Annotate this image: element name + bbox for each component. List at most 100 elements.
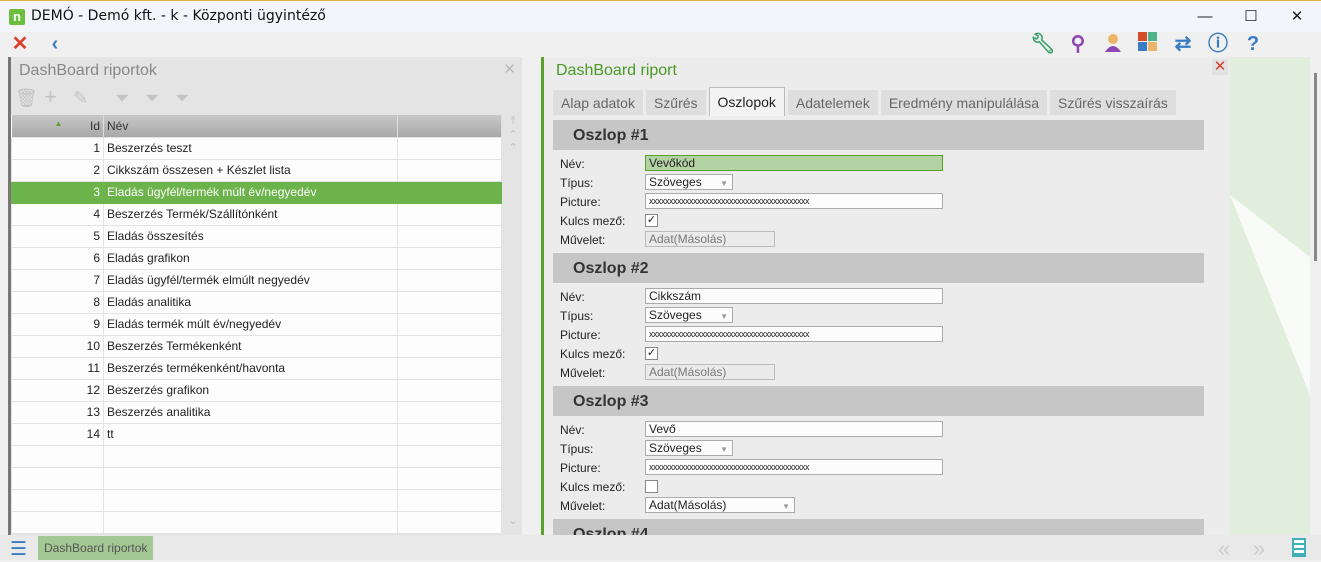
previous-icon[interactable]: « [1218, 536, 1230, 562]
back-icon[interactable]: ‹ [38, 32, 72, 56]
row-id: 14 [11, 422, 104, 446]
add-icon[interactable]: + [44, 84, 57, 110]
section-title: Oszlop #4 [553, 519, 1204, 535]
column-header-name[interactable]: Név [103, 115, 398, 137]
key-field-label: Kulcs mező: [560, 214, 626, 228]
panel-title: DashBoard riport [556, 62, 677, 79]
tab-0[interactable]: Alap adatok [553, 90, 643, 115]
row-extra [397, 334, 502, 358]
scrollbar[interactable]: ⤒ ⌃ ⌃ ⌄ [503, 115, 523, 531]
type-select[interactable]: Szöveges [645, 440, 733, 456]
row-extra [397, 400, 502, 424]
name-input[interactable]: Cikkszám [645, 288, 943, 304]
empty-row [11, 488, 502, 512]
tab-2[interactable]: Oszlopok [708, 87, 785, 116]
empty-row [11, 444, 502, 468]
table-row[interactable]: 9 Eladás termék múlt év/negyedév [11, 312, 502, 336]
operation-select: Adat(Másolás) [645, 364, 775, 380]
row-name: Eladás összesítés [103, 224, 398, 248]
row-id: 9 [11, 312, 104, 336]
picture-label: Picture: [560, 195, 601, 209]
row-extra [397, 246, 502, 270]
type-select[interactable]: Szöveges [645, 174, 733, 190]
maximize-button[interactable]: ☐ [1228, 5, 1274, 29]
menu-icon[interactable]: ☰ [10, 538, 27, 561]
operation-select: Adat(Másolás) [645, 231, 775, 247]
row-extra [397, 378, 502, 402]
close-icon[interactable]: ✕ [1212, 59, 1228, 75]
column-section: Oszlop #1 Név: Vevőkód Típus: Szöveges Pic… [553, 120, 1204, 249]
key-field-checkbox[interactable]: ✓ [645, 214, 658, 227]
toolbar: ✕ ‹ 🔧︎ ⚲ ⇄ ⓘ ? [0, 32, 1321, 56]
table-row[interactable]: 12 Beszerzés grafikon [11, 378, 502, 402]
user-icon[interactable] [1096, 32, 1130, 56]
table-row[interactable]: 4 Beszerzés Termék/Szállítónként [11, 202, 502, 226]
tab-4[interactable]: Eredmény manipulálása [880, 90, 1048, 115]
row-id: 12 [11, 378, 104, 402]
table-row[interactable]: 10 Beszerzés Termékenként [11, 334, 502, 358]
row-extra [397, 356, 502, 380]
row-name: Eladás ügyfél/termék múlt év/negyedév [103, 180, 398, 204]
swap-icon[interactable]: ⇄ [1166, 32, 1200, 56]
tab-5[interactable]: Szűrés visszaírás [1050, 90, 1176, 115]
table-row[interactable]: 6 Eladás grafikon [11, 246, 502, 270]
table-row[interactable]: 2 Cikkszám összesen + Készlet lista [11, 158, 502, 182]
filter-add-icon[interactable]: ⏷ [175, 88, 189, 109]
table-row[interactable]: 11 Beszerzés termékenként/havonta [11, 356, 502, 380]
row-name: Eladás termék múlt év/negyedév [103, 312, 398, 336]
row-name: Beszerzés Termékenként [103, 334, 398, 358]
row-id: 3 [11, 180, 104, 204]
table-row[interactable]: 7 Eladás ügyfél/termék elmúlt negyedév [11, 268, 502, 292]
key-field-checkbox[interactable] [645, 480, 658, 493]
tiles-icon[interactable] [1131, 32, 1165, 56]
delete-icon[interactable]: 🗑︎ [15, 88, 38, 109]
wrench-icon[interactable]: 🔧︎ [1026, 32, 1060, 56]
empty-row [11, 466, 502, 490]
filter-icon[interactable]: ⏷ [115, 88, 129, 109]
table-row[interactable]: 5 Eladás összesítés [11, 224, 502, 248]
column-header-id[interactable]: ▲ Id [11, 115, 104, 137]
picture-label: Picture: [560, 328, 601, 342]
row-extra [397, 158, 502, 182]
close-window-button[interactable]: ✕ [1274, 5, 1320, 29]
table-row[interactable]: 3 Eladás ügyfél/termék múlt év/negyedév [11, 180, 502, 204]
tab-1[interactable]: Szűrés [645, 90, 706, 115]
help-icon[interactable]: ? [1236, 32, 1270, 56]
table-row[interactable]: 13 Beszerzés analitika [11, 400, 502, 424]
table-row[interactable]: 14 tt [11, 422, 502, 446]
row-name: Beszerzés Termék/Szállítónként [103, 202, 398, 226]
key-field-checkbox[interactable]: ✓ [645, 347, 658, 360]
picture-input[interactable]: xxxxxxxxxxxxxxxxxxxxxxxxxxxxxxxxxxxxxxxx [645, 326, 943, 342]
picture-input[interactable]: xxxxxxxxxxxxxxxxxxxxxxxxxxxxxxxxxxxxxxxx [645, 459, 943, 475]
row-extra [397, 202, 502, 226]
clear-filter-icon[interactable]: ⏷ [145, 88, 159, 109]
close-icon[interactable]: ✕ [3, 32, 37, 56]
list-icon[interactable] [1292, 538, 1306, 557]
close-icon[interactable]: ✕ [503, 60, 516, 78]
name-input[interactable]: Vevő [645, 421, 943, 437]
column-header-id-label: Id [89, 118, 100, 133]
next-icon[interactable]: » [1253, 536, 1265, 562]
table-row[interactable]: 8 Eladás analitika [11, 290, 502, 314]
picture-input[interactable]: xxxxxxxxxxxxxxxxxxxxxxxxxxxxxxxxxxxxxxxx [645, 193, 943, 209]
type-select[interactable]: Szöveges [645, 307, 733, 323]
table-row[interactable]: 1 Beszerzés teszt [11, 136, 502, 160]
app-logo: n [9, 9, 25, 25]
operation-select[interactable]: Adat(Másolás) [645, 497, 795, 513]
minimize-button[interactable]: — [1182, 5, 1228, 29]
page-scrollbar[interactable] [1310, 57, 1321, 535]
type-label: Típus: [560, 442, 594, 456]
name-label: Név: [560, 290, 585, 304]
bottom-tab[interactable]: DashBoard riportok [38, 536, 154, 560]
info-icon[interactable]: ⓘ [1201, 32, 1235, 56]
edit-icon[interactable]: ✎ [73, 88, 88, 109]
name-input[interactable]: Vevőkód [645, 155, 943, 171]
tab-3[interactable]: Adatelemek [787, 90, 878, 115]
row-extra [397, 290, 502, 314]
row-name: Beszerzés grafikon [103, 378, 398, 402]
row-id: 11 [11, 356, 104, 380]
search-icon[interactable]: ⚲ [1061, 32, 1095, 56]
bottom-bar: ☰ DashBoard riportok « » [0, 535, 1321, 562]
row-id: 5 [11, 224, 104, 248]
row-extra [397, 136, 502, 160]
